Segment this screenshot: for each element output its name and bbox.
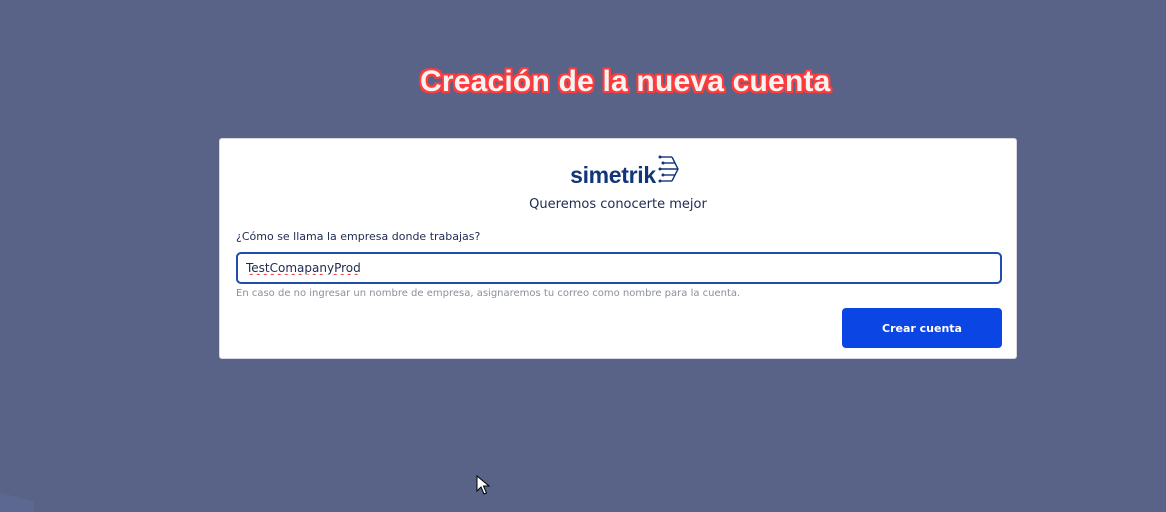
simetrik-mark-icon — [658, 155, 679, 183]
card-subtitle: Queremos conocerte mejor — [529, 197, 707, 212]
company-name-input[interactable] — [236, 252, 1002, 284]
mouse-cursor-icon — [476, 475, 490, 495]
simetrik-logo: simetrik — [556, 153, 680, 189]
onboarding-card: simetrik Queremos conocerte mejor ¿Cómo … — [219, 138, 1017, 359]
logo-container: simetrik — [220, 153, 1016, 189]
logo-text: simetrik — [570, 162, 656, 188]
helper-text: En caso de no ingresar un nombre de empr… — [236, 288, 741, 299]
company-name-label: ¿Cómo se llama la empresa donde trabajas… — [236, 230, 481, 243]
create-account-button[interactable]: Crear cuenta — [842, 308, 1002, 348]
background-decoration — [0, 492, 34, 512]
annotation-title: Creación de la nueva cuenta — [420, 65, 831, 98]
